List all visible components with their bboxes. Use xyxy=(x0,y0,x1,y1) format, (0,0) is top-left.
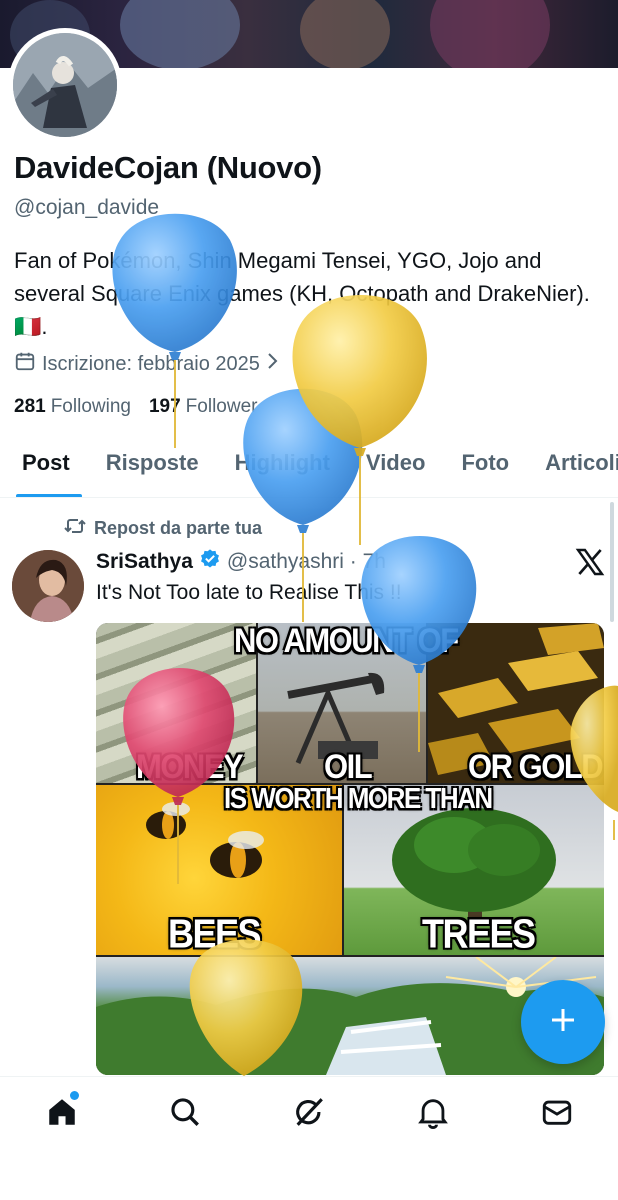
meme-caption-bees: BEES xyxy=(168,910,262,957)
profile-handle: @cojan_davide xyxy=(14,196,160,219)
grok-icon xyxy=(292,1098,326,1133)
follow-stats: 281 Following 197 Follower xyxy=(14,396,257,418)
post-author-name[interactable]: SriSathya xyxy=(96,550,193,574)
profile-name: DavideCojan (Nuovo) xyxy=(14,150,322,185)
x-logo-icon xyxy=(574,546,606,578)
nav-messages[interactable] xyxy=(540,1095,574,1129)
tab-foto[interactable]: Foto xyxy=(439,440,523,497)
following-link[interactable]: 281 Following xyxy=(14,396,131,418)
calendar-icon xyxy=(14,350,36,378)
meme-caption-trees: TREES xyxy=(422,910,536,957)
unread-dot xyxy=(70,1091,79,1100)
mail-icon xyxy=(540,1100,574,1133)
followers-link[interactable]: 197 Follower xyxy=(149,396,258,418)
tab-post[interactable]: Post xyxy=(0,440,84,497)
tab-video[interactable]: Video xyxy=(344,440,440,497)
tab-highlight[interactable]: Highlight xyxy=(213,440,344,497)
avatar-image xyxy=(13,33,117,137)
post-handle-time[interactable]: @sathyashri · 7h xyxy=(227,550,386,574)
post-author-avatar[interactable] xyxy=(12,550,84,622)
post-header: SriSathya @sathyashri · 7h xyxy=(96,548,386,576)
repost-label: Repost da parte tua xyxy=(94,518,263,538)
compose-button[interactable] xyxy=(521,980,605,1064)
join-date: Iscrizione: febbraio 2025 xyxy=(14,350,280,378)
tab-risposte[interactable]: Risposte xyxy=(84,440,213,497)
verified-badge-icon xyxy=(199,548,221,576)
profile-avatar[interactable] xyxy=(8,28,122,142)
bell-icon xyxy=(416,1099,450,1133)
profile-tabs: Post Risposte Highlight Video Foto Artic… xyxy=(0,440,618,498)
scrollbar[interactable] xyxy=(610,502,614,622)
plus-icon xyxy=(549,1006,577,1039)
repost-indicator: Repost da parte tua xyxy=(64,517,262,540)
chevron-right-icon[interactable] xyxy=(266,352,280,376)
meme-caption-top: NO AMOUNT OF xyxy=(234,623,459,661)
home-icon xyxy=(45,1099,79,1133)
join-date-label: Iscrizione: febbraio 2025 xyxy=(42,352,260,375)
search-icon xyxy=(168,1098,202,1133)
nav-home[interactable] xyxy=(45,1095,79,1129)
nav-notifications[interactable] xyxy=(416,1095,450,1129)
nav-grok[interactable] xyxy=(292,1095,326,1129)
bottom-navigation xyxy=(0,1076,618,1200)
meme-caption-middle: IS WORTH MORE THAN xyxy=(224,781,493,815)
profile-bio: Fan of Pokémon, Shin Megami Tensei, YGO,… xyxy=(14,248,590,339)
nav-search[interactable] xyxy=(168,1095,202,1129)
tab-articoli[interactable]: Articoli xyxy=(523,440,618,497)
post-text: It's Not Too late to Realise This !! xyxy=(96,581,402,604)
repost-icon xyxy=(64,517,86,540)
